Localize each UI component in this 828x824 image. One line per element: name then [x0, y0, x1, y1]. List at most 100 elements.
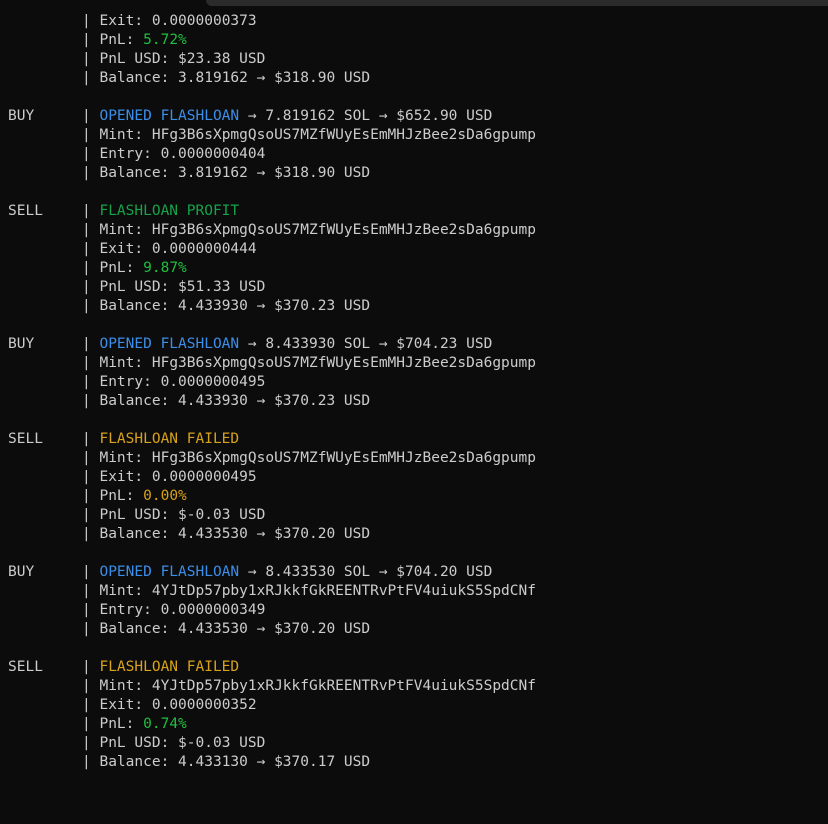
pipe-separator: | [82, 298, 100, 314]
log-line-body: | Balance: 4.433930 → $370.23 USD [82, 297, 370, 316]
log-line: | Balance: 4.433530 → $370.20 USD [8, 620, 828, 639]
field-label: Mint: [99, 222, 152, 238]
field-value: $23.38 USD [178, 51, 266, 67]
field-label: Entry: [99, 602, 161, 618]
field-value: HFg3B6sXpmgQsoUS7MZfWUyEsEmMHJzBee2sDa6g… [151, 222, 536, 238]
event-title: OPENED FLASHLOAN [99, 564, 240, 580]
event-title: FLASHLOAN PROFIT [99, 203, 240, 219]
log-line: | Mint: HFg3B6sXpmgQsoUS7MZfWUyEsEmMHJzB… [8, 126, 828, 145]
field-label: Exit: [99, 13, 152, 29]
log-line-body: | Exit: 0.0000000373 [82, 12, 257, 31]
field-value: 4.433530 → $370.20 USD [178, 621, 371, 637]
field-value: $-0.03 USD [178, 735, 266, 751]
field-value: 0.74% [143, 716, 187, 732]
field-value: HFg3B6sXpmgQsoUS7MZfWUyEsEmMHJzBee2sDa6g… [151, 127, 536, 143]
field-value: 9.87% [143, 260, 187, 276]
field-value: 0.0000000444 [151, 241, 257, 257]
pipe-separator: | [82, 70, 100, 86]
log-line: BUY | OPENED FLASHLOAN → 8.433530 SOL → $… [8, 563, 828, 582]
field-label: Exit: [99, 469, 152, 485]
trade-side-label: SELL [8, 203, 43, 219]
event-details: → 8.433530 SOL → $704.20 USD [239, 564, 493, 580]
pipe-separator: | [82, 203, 100, 219]
log-line-body: | Balance: 4.433930 → $370.23 USD [82, 392, 370, 411]
pipe-separator: | [82, 697, 100, 713]
log-line: | PnL: 5.72% [8, 31, 828, 50]
log-line: | Exit: 0.0000000373 [8, 12, 828, 31]
active-tab-edge [0, 0, 204, 6]
event-details: → 7.819162 SOL → $652.90 USD [239, 108, 493, 124]
log-line: | Balance: 3.819162 → $318.90 USD [8, 69, 828, 88]
pipe-separator: | [82, 602, 100, 618]
log-line-body: | Balance: 3.819162 → $318.90 USD [82, 164, 370, 183]
log-line: | Balance: 4.433130 → $370.17 USD [8, 753, 828, 772]
field-value: 4.433930 → $370.23 USD [178, 393, 371, 409]
terminal-output[interactable]: | Exit: 0.0000000373 | PnL: 5.72% | PnL US… [8, 12, 828, 772]
field-label: Balance: [99, 526, 179, 542]
log-line: | Mint: HFg3B6sXpmgQsoUS7MZfWUyEsEmMHJzB… [8, 354, 828, 373]
log-line: | Mint: HFg3B6sXpmgQsoUS7MZfWUyEsEmMHJzB… [8, 449, 828, 468]
log-line: | PnL: 9.87% [8, 259, 828, 278]
event-title: FLASHLOAN FAILED [99, 659, 240, 675]
log-line-body: | Entry: 0.0000000495 [82, 373, 265, 392]
log-line-body: | OPENED FLASHLOAN → 8.433930 SOL → $704… [82, 335, 492, 354]
log-line: SELL | FLASHLOAN PROFIT [8, 202, 828, 221]
field-label: Balance: [99, 298, 179, 314]
log-line-body: | FLASHLOAN PROFIT [82, 202, 239, 221]
pipe-separator: | [82, 488, 100, 504]
log-line-body: | Mint: HFg3B6sXpmgQsoUS7MZfWUyEsEmMHJzB… [82, 221, 536, 240]
field-value: 0.0000000349 [160, 602, 266, 618]
log-line-body: | Mint: HFg3B6sXpmgQsoUS7MZfWUyEsEmMHJzB… [82, 126, 536, 145]
field-value: 0.0000000352 [151, 697, 257, 713]
terminal-window[interactable]: | Exit: 0.0000000373 | PnL: 5.72% | PnL US… [0, 0, 828, 824]
field-label: Balance: [99, 165, 179, 181]
field-label: Exit: [99, 241, 152, 257]
log-line: | Balance: 4.433530 → $370.20 USD [8, 525, 828, 544]
field-label: Balance: [99, 621, 179, 637]
field-label: Balance: [99, 70, 179, 86]
field-value: 0.0000000495 [151, 469, 257, 485]
log-line: | Entry: 0.0000000404 [8, 145, 828, 164]
field-label: PnL USD: [99, 279, 179, 295]
field-value: 0.0000000404 [160, 146, 266, 162]
log-line-body: | PnL: 0.00% [82, 487, 187, 506]
log-line-body: | PnL USD: $-0.03 USD [82, 734, 265, 753]
log-line-body: | PnL USD: $51.33 USD [82, 278, 265, 297]
field-value: HFg3B6sXpmgQsoUS7MZfWUyEsEmMHJzBee2sDa6g… [151, 450, 536, 466]
log-line-body: | PnL USD: $23.38 USD [82, 50, 265, 69]
pipe-separator: | [82, 336, 100, 352]
log-line-body: | PnL: 5.72% [82, 31, 187, 50]
log-line: SELL | FLASHLOAN FAILED [8, 658, 828, 677]
trade-side-label: BUY [8, 108, 35, 124]
field-label: Balance: [99, 754, 179, 770]
field-label: Balance: [99, 393, 179, 409]
log-line-body: | Balance: 4.433530 → $370.20 USD [82, 620, 370, 639]
log-line-body: | PnL: 9.87% [82, 259, 187, 278]
tab-bar-edge [0, 0, 828, 6]
log-line: | Balance: 4.433930 → $370.23 USD [8, 297, 828, 316]
field-value: 4YJtDp57pby1xRJkkfGkREENTRvPtFV4uiukS5Sp… [151, 583, 536, 599]
pipe-separator: | [82, 469, 100, 485]
field-label: Mint: [99, 450, 152, 466]
log-spacer [8, 639, 828, 658]
log-line-body: | Mint: 4YJtDp57pby1xRJkkfGkREENTRvPtFV4… [82, 582, 536, 601]
pipe-separator: | [82, 393, 100, 409]
log-line: | Balance: 3.819162 → $318.90 USD [8, 164, 828, 183]
pipe-separator: | [82, 583, 100, 599]
pipe-separator: | [82, 716, 100, 732]
field-label: Mint: [99, 127, 152, 143]
field-label: Mint: [99, 355, 152, 371]
log-spacer [8, 544, 828, 563]
event-title: OPENED FLASHLOAN [99, 108, 240, 124]
log-line-body: | Mint: HFg3B6sXpmgQsoUS7MZfWUyEsEmMHJzB… [82, 449, 536, 468]
log-line: | PnL USD: $-0.03 USD [8, 506, 828, 525]
log-line-body: | Balance: 3.819162 → $318.90 USD [82, 69, 370, 88]
field-label: Entry: [99, 146, 161, 162]
pipe-separator: | [82, 32, 100, 48]
log-line-body: | Entry: 0.0000000404 [82, 145, 265, 164]
pipe-separator: | [82, 431, 100, 447]
log-line-body: | Mint: HFg3B6sXpmgQsoUS7MZfWUyEsEmMHJzB… [82, 354, 536, 373]
field-label: PnL: [99, 716, 144, 732]
log-line: BUY | OPENED FLASHLOAN → 7.819162 SOL → $… [8, 107, 828, 126]
pipe-separator: | [82, 374, 100, 390]
